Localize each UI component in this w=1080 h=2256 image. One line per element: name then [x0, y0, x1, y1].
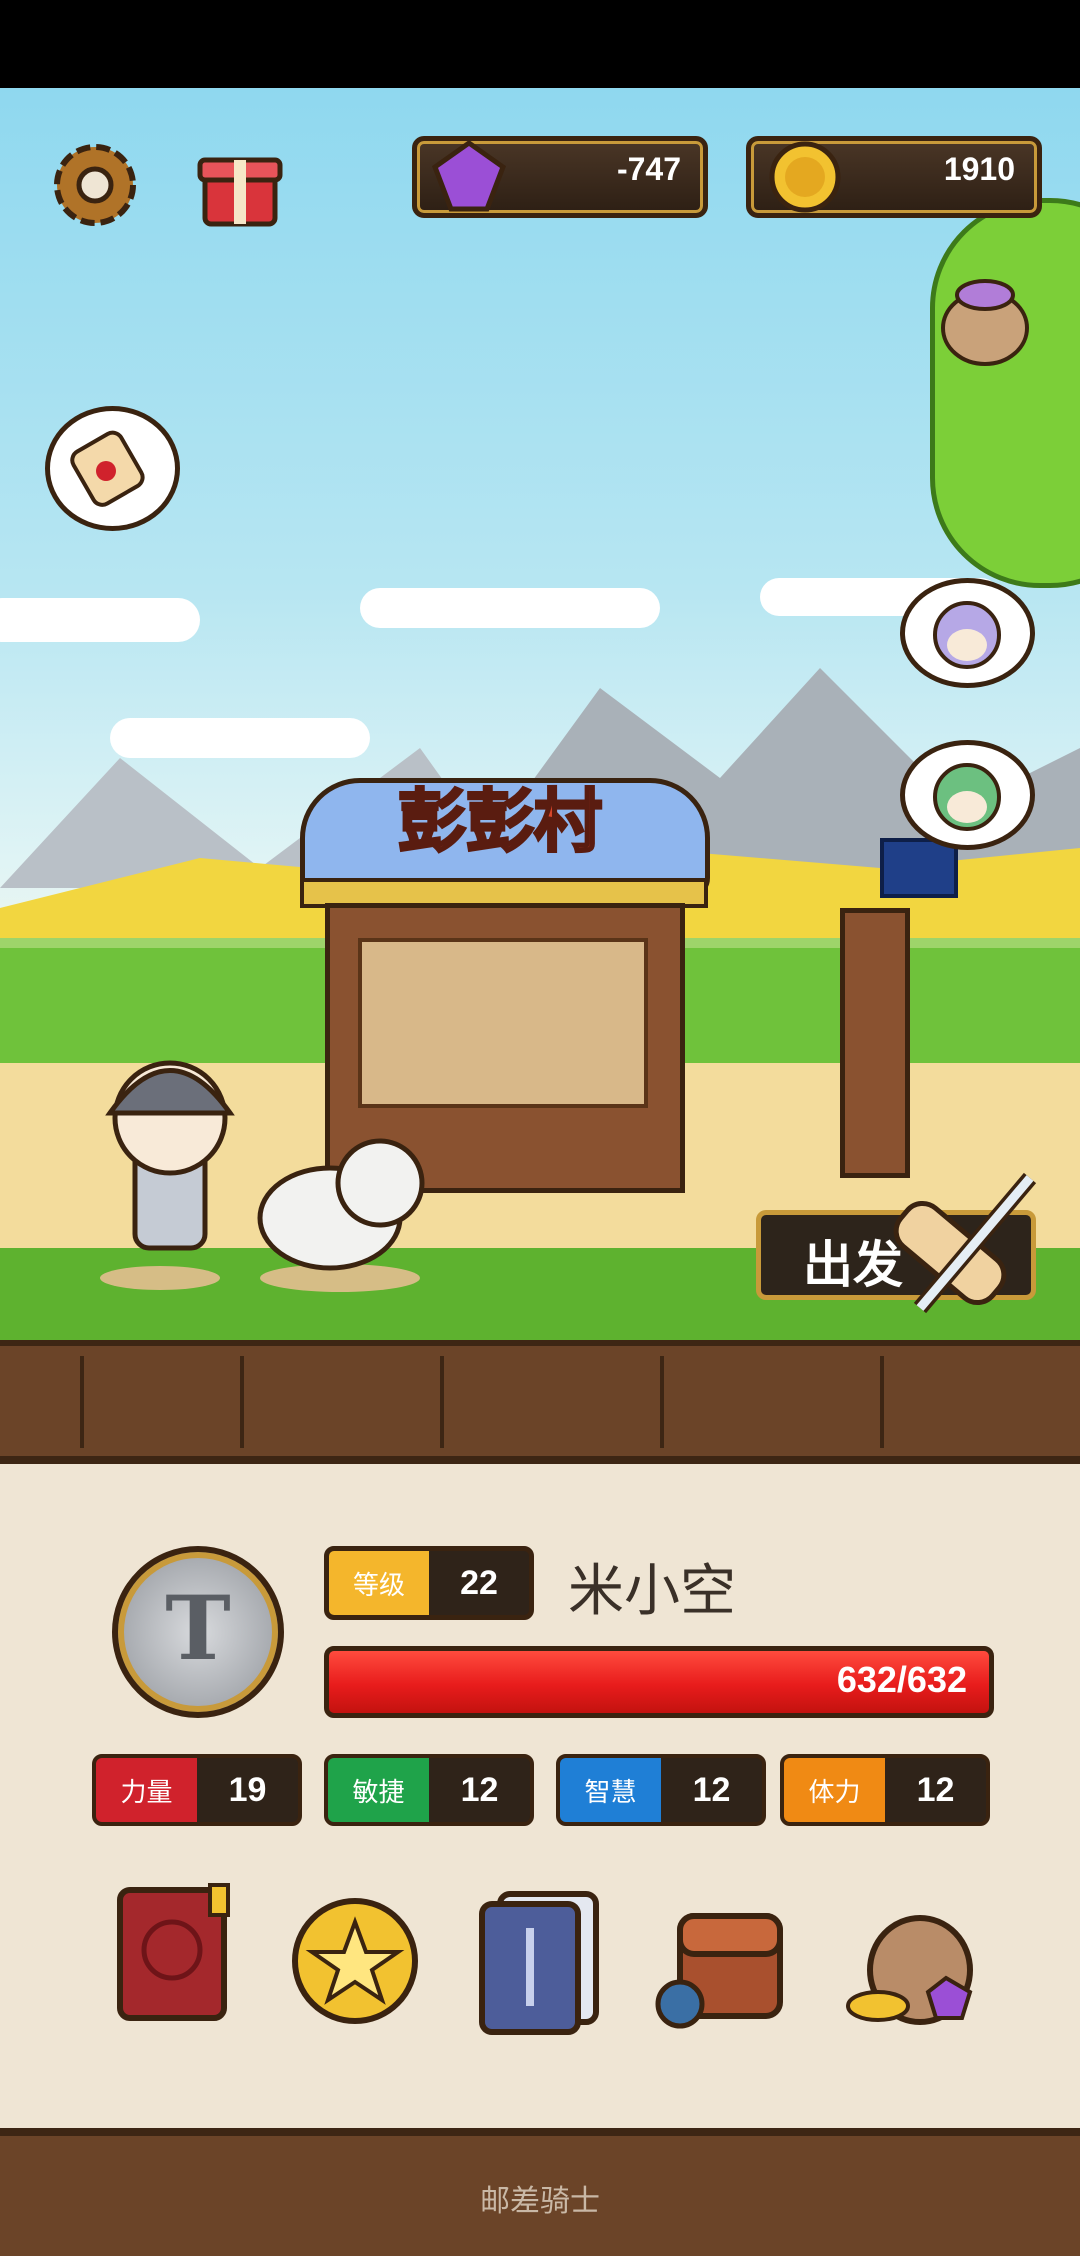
level-label: 等级 [329, 1551, 429, 1615]
level-value: 22 [460, 1563, 498, 1602]
stat-strength: 力量 19 [92, 1754, 302, 1826]
quest-scroll-icon [70, 430, 145, 507]
village-scene: 彭彭村 出发 [0, 88, 1080, 1340]
level-badge: 等级 22 [324, 1546, 534, 1620]
village-name-sign: 彭彭村 [396, 782, 603, 864]
player-name: 米小空 [568, 1559, 736, 1624]
stat-value: 19 [228, 1770, 267, 1809]
footer-bar: 邮差骑士 [0, 2128, 1080, 2256]
stat-value: 12 [692, 1770, 731, 1809]
stat-label: 力量 [96, 1758, 197, 1822]
dog-companion [257, 1138, 425, 1292]
flag-post [840, 908, 910, 1178]
footer-title: 邮差骑士 [480, 2184, 600, 2219]
stat-agility: 敏捷 12 [324, 1754, 534, 1826]
loot-bag-button[interactable] [930, 263, 1040, 373]
npc-purple-hair-icon [933, 601, 1001, 669]
coin-counter[interactable]: 1910 [746, 136, 1042, 218]
gem-value: -747 [616, 151, 681, 187]
sword-scroll-icon [893, 1172, 1037, 1314]
npc-bubble-purple[interactable] [900, 578, 1035, 688]
cloud [360, 588, 660, 628]
star-coin-icon[interactable] [288, 1894, 423, 2029]
emblem-letter: T [165, 1576, 231, 1680]
status-bar [0, 0, 1080, 88]
hp-bar: 632/632 [324, 1646, 994, 1718]
stat-label: 敏捷 [328, 1758, 429, 1822]
stat-label: 智慧 [560, 1758, 661, 1822]
hp-value: 632/632 [836, 1659, 967, 1700]
stat-label: 体力 [784, 1758, 885, 1822]
stat-stamina: 体力 12 [780, 1754, 990, 1826]
gift-box-icon[interactable] [190, 132, 290, 232]
card-deck-icon[interactable] [476, 1888, 606, 2036]
quest-scroll-button[interactable] [45, 406, 180, 531]
coin-value: 1910 [943, 151, 1015, 187]
gem-icon [431, 139, 507, 212]
coin-icon [769, 141, 841, 213]
npc-bubble-green[interactable] [900, 740, 1035, 850]
npc-green-hair-icon [933, 763, 1001, 831]
stat-value: 12 [460, 1770, 499, 1809]
settings-gear-icon[interactable] [45, 135, 145, 235]
stat-wisdom: 智慧 12 [556, 1754, 766, 1826]
tree [930, 198, 1080, 588]
player-emblem: T [112, 1546, 284, 1718]
monster-book-icon[interactable] [110, 1880, 240, 2030]
gem-counter[interactable]: -747 [412, 136, 708, 218]
dirt-divider [0, 1340, 1080, 1464]
treasure-bag-icon[interactable] [838, 1888, 988, 2038]
stat-value: 12 [916, 1770, 955, 1809]
backpack-icon[interactable] [650, 1886, 800, 2036]
